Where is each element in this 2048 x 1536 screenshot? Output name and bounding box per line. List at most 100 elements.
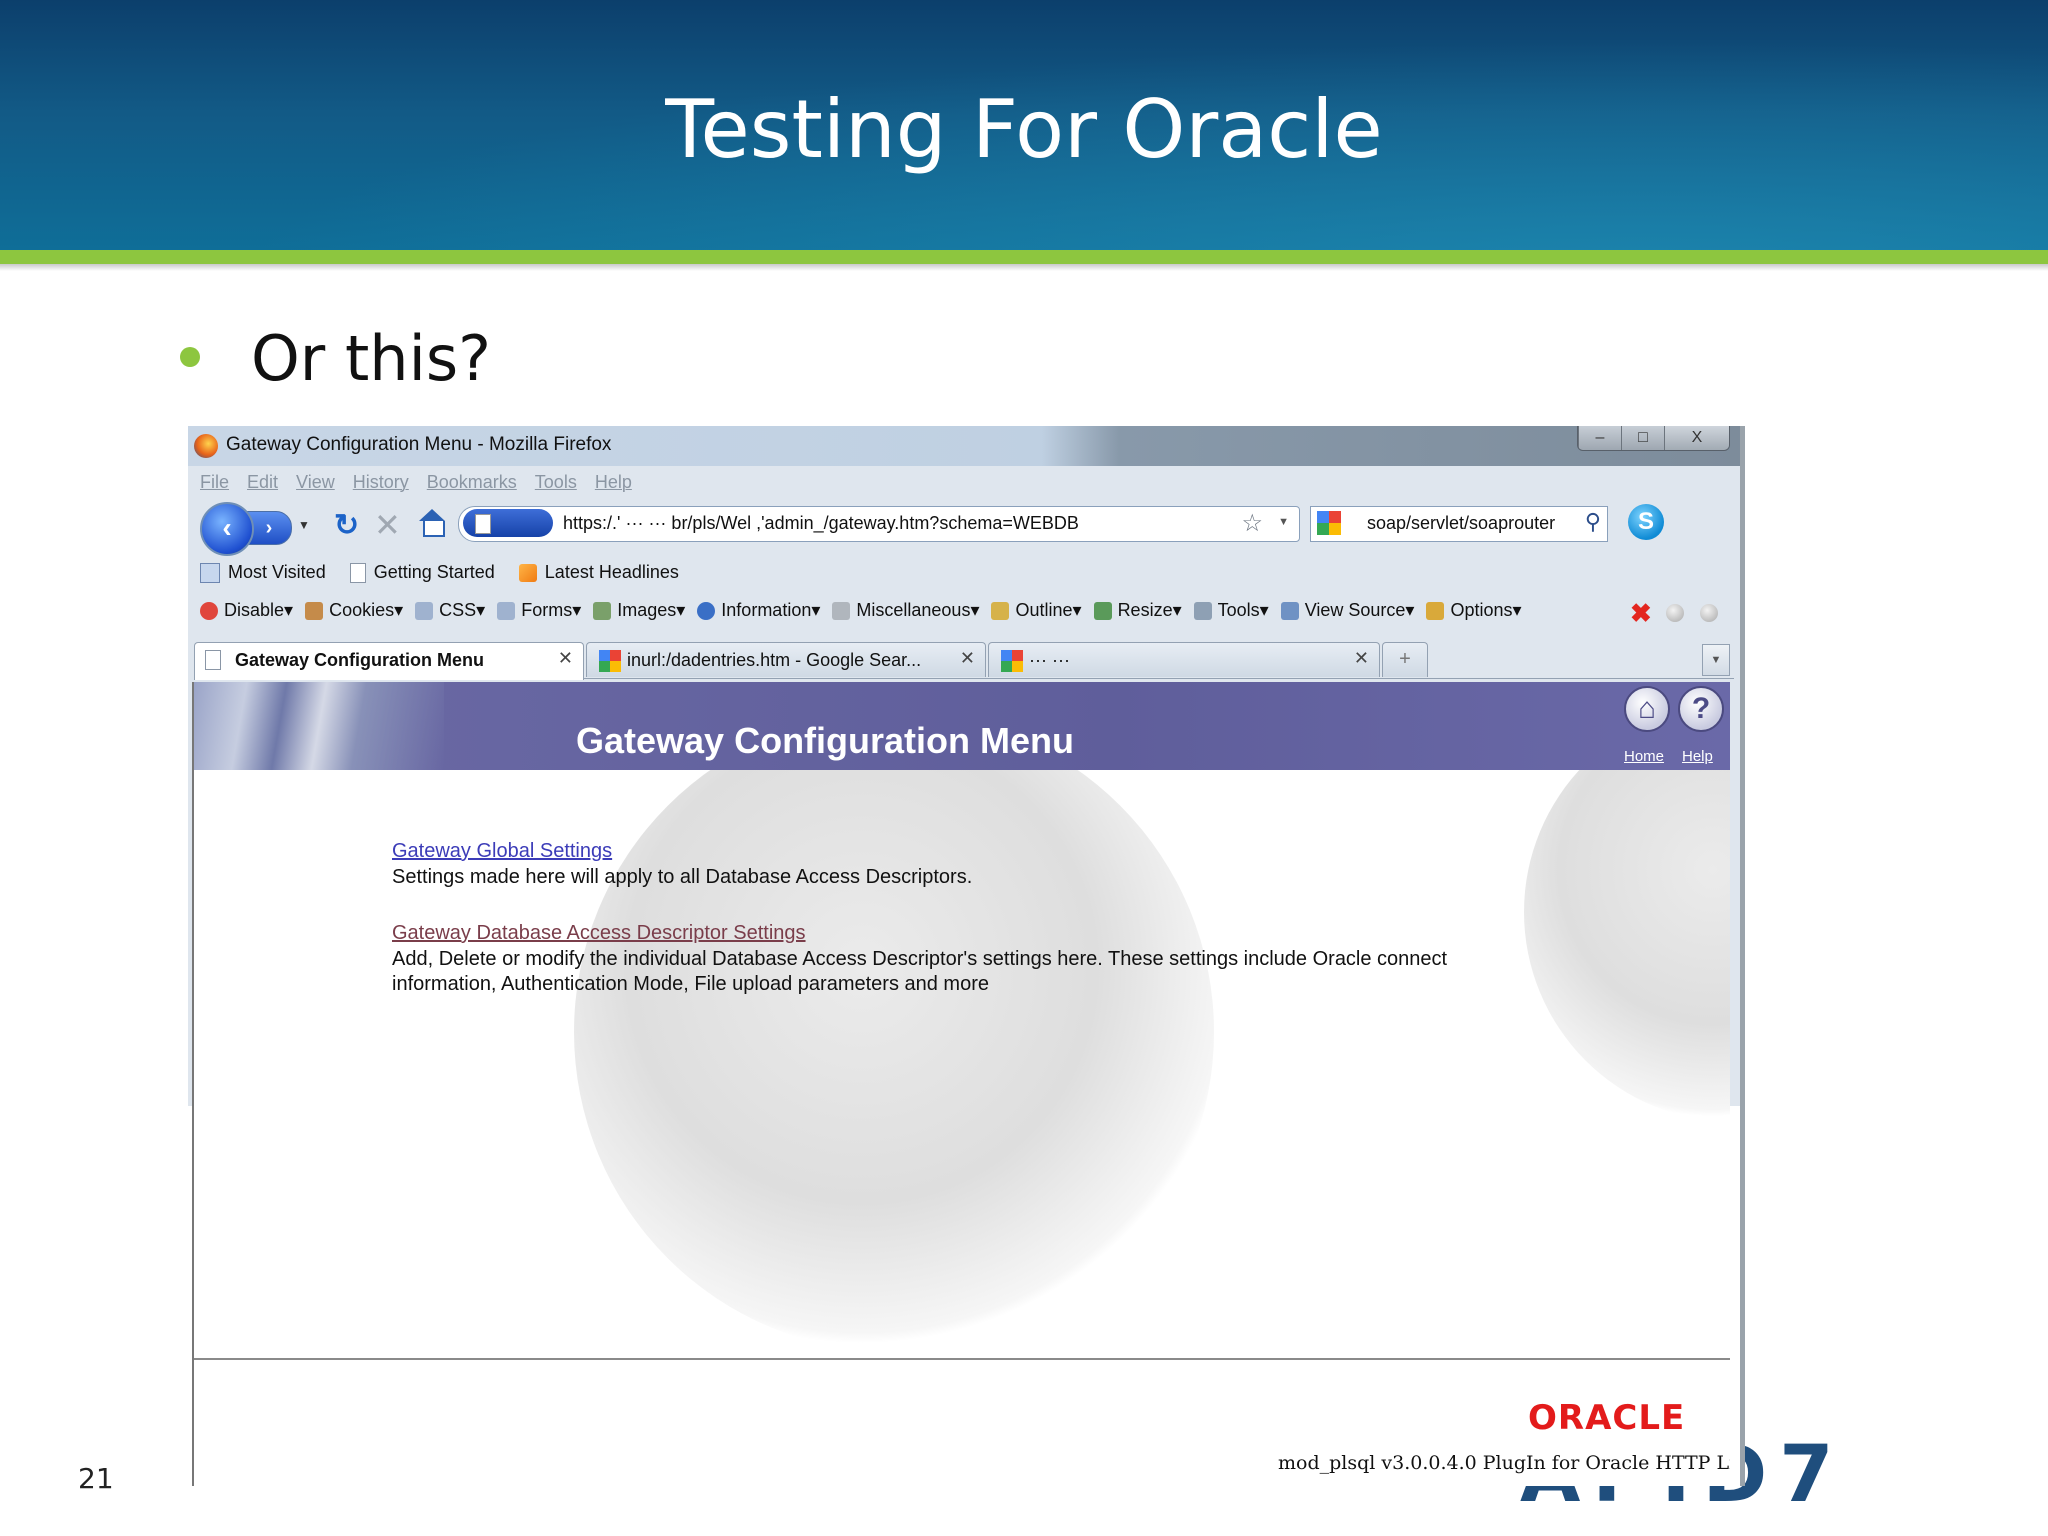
tab-redacted[interactable]: ··· ··· ✕ (988, 642, 1380, 677)
devbar-disable[interactable]: Disable▾ (200, 600, 293, 621)
devbar-label: Resize▾ (1117, 600, 1182, 620)
bookmark-label: Latest Headlines (544, 562, 679, 582)
devbar-label: Disable▾ (224, 600, 294, 620)
reload-icon[interactable]: ↻ (334, 508, 359, 543)
home-icon[interactable] (416, 508, 446, 538)
devbar-label: Images▾ (617, 600, 686, 620)
devbar-label: Information▾ (721, 600, 821, 620)
history-dropdown-icon[interactable]: ▼ (298, 518, 310, 532)
navigation-toolbar: › ‹ ▼ ↻ ✕ https:/.' ··· ··· br/pls/Wel ,… (200, 500, 1730, 556)
maximize-button[interactable]: □ (1621, 426, 1664, 450)
css-icon (415, 601, 434, 620)
tools-icon (1193, 601, 1212, 620)
gateway-global-settings-link[interactable]: Gateway Global Settings (392, 840, 612, 863)
tab-gateway-configuration[interactable]: Gateway Configuration Menu ✕ (194, 642, 584, 680)
devbar-cookies[interactable]: Cookies▾ (305, 600, 403, 621)
devbar-label: Outline▾ (1015, 600, 1082, 620)
page-content: Gateway Configuration Menu ⌂ ? Home Help… (192, 682, 1730, 1486)
close-tab-icon[interactable]: ✕ (960, 648, 975, 669)
devbar-label: View Source▾ (1304, 600, 1415, 620)
header-shadow (0, 264, 2048, 271)
devbar-view-source[interactable]: View Source▾ (1280, 600, 1415, 621)
resize-icon (1093, 601, 1112, 620)
disable-icon (200, 601, 218, 620)
devbar-error-icon[interactable]: ✖ (1630, 598, 1652, 629)
bookmark-icon (200, 562, 220, 583)
forms-icon (497, 601, 516, 620)
menu-history[interactable]: History (353, 472, 409, 493)
devbar-status-icon (1700, 604, 1718, 622)
home-icon[interactable]: ⌂ (1624, 686, 1670, 732)
help-icon[interactable]: ? (1678, 686, 1724, 732)
menu-file[interactable]: File (200, 472, 229, 493)
search-icon[interactable]: ⚲ (1585, 509, 1601, 535)
close-tab-icon[interactable]: ✕ (558, 648, 573, 669)
menu-help[interactable]: Help (595, 472, 632, 493)
tab-label: inurl:/dadentries.htm - Google Sear... (627, 650, 922, 670)
bookmarks-toolbar: Most Visited Getting Started Latest Head… (200, 562, 679, 583)
footer-divider (194, 1358, 1730, 1360)
help-link[interactable]: Help (1682, 748, 1713, 765)
url-bar[interactable]: https:/.' ··· ··· br/pls/Wel ,'admin_/ga… (458, 506, 1300, 542)
tab-google-search[interactable]: inurl:/dadentries.htm - Google Sear... ✕ (586, 642, 986, 677)
home-link[interactable]: Home (1624, 748, 1664, 765)
close-button[interactable]: X (1664, 426, 1729, 450)
devbar-resize[interactable]: Resize▾ (1093, 600, 1182, 621)
bookmark-label: Getting Started (373, 562, 495, 582)
google-icon (599, 650, 621, 672)
back-button[interactable]: ‹ (200, 502, 254, 556)
menu-bookmarks[interactable]: Bookmarks (427, 472, 517, 493)
rss-icon (518, 563, 537, 582)
search-input[interactable]: soap/servlet/soaprouter (1367, 513, 1555, 534)
outline-icon (991, 601, 1010, 620)
devbar-label: Forms▾ (521, 600, 582, 620)
skype-icon[interactable]: S (1628, 504, 1664, 540)
url-dropdown-icon[interactable]: ▼ (1278, 516, 1289, 528)
bookmark-getting-started[interactable]: Getting Started (349, 562, 495, 583)
oracle-logo: ORACLE (1528, 1398, 1686, 1438)
bullet-icon (180, 347, 200, 367)
tab-list-icon[interactable]: ▼ (1702, 644, 1730, 676)
menu-tools[interactable]: Tools (535, 472, 577, 493)
devbar-label: CSS▾ (439, 600, 486, 620)
devbar-outline[interactable]: Outline▾ (991, 600, 1082, 621)
devbar-miscellaneous[interactable]: Miscellaneous▾ (832, 600, 979, 621)
page-number: 21 (78, 1462, 114, 1495)
stop-icon[interactable]: ✕ (374, 506, 401, 544)
firefox-window: Gateway Configuration Menu - Mozilla Fir… (188, 426, 1745, 1486)
information-icon (697, 601, 716, 620)
tab-label: ··· ··· (1029, 650, 1070, 670)
options-icon (1426, 601, 1445, 620)
menu-view[interactable]: View (296, 472, 335, 493)
bookmark-star-icon[interactable]: ☆ (1241, 509, 1263, 538)
header-accent-bar (0, 250, 2048, 264)
dad-settings-description: Add, Delete or modify the individual Dat… (392, 948, 1448, 995)
google-icon[interactable] (1317, 511, 1341, 535)
bookmark-latest-headlines[interactable]: Latest Headlines (518, 562, 679, 583)
search-bar[interactable]: soap/servlet/soaprouter ⚲ (1310, 506, 1608, 542)
devbar-label: Options▾ (1450, 600, 1522, 620)
dad-settings-link[interactable]: Gateway Database Access Descriptor Setti… (392, 922, 806, 945)
bookmark-most-visited[interactable]: Most Visited (200, 562, 326, 583)
close-tab-icon[interactable]: ✕ (1354, 648, 1369, 669)
firefox-logo-icon (194, 434, 218, 458)
devbar-options[interactable]: Options▾ (1426, 600, 1522, 621)
site-identity-icon[interactable] (463, 509, 553, 537)
new-tab-button[interactable]: + (1382, 642, 1428, 677)
menu-edit[interactable]: Edit (247, 472, 278, 493)
background-globe (574, 712, 1214, 1352)
footer-version: mod_plsql v3.0.0.4.0 PlugIn for Oracle H… (1278, 1452, 1730, 1474)
url-text[interactable]: https:/.' ··· ··· br/pls/Wel ,'admin_/ga… (563, 513, 1079, 534)
devbar-css[interactable]: CSS▾ (415, 600, 485, 621)
minimize-button[interactable]: – (1578, 426, 1621, 450)
devbar-images[interactable]: Images▾ (593, 600, 685, 621)
devbar-label: Miscellaneous▾ (856, 600, 980, 620)
devbar-information[interactable]: Information▾ (697, 600, 820, 621)
page-icon (205, 650, 221, 670)
images-icon (593, 601, 612, 620)
devbar-tools[interactable]: Tools▾ (1193, 600, 1269, 621)
view-source-icon (1280, 601, 1299, 620)
devbar-forms[interactable]: Forms▾ (497, 600, 581, 621)
devbar-status-icon (1666, 604, 1684, 622)
page-icon (349, 562, 366, 583)
